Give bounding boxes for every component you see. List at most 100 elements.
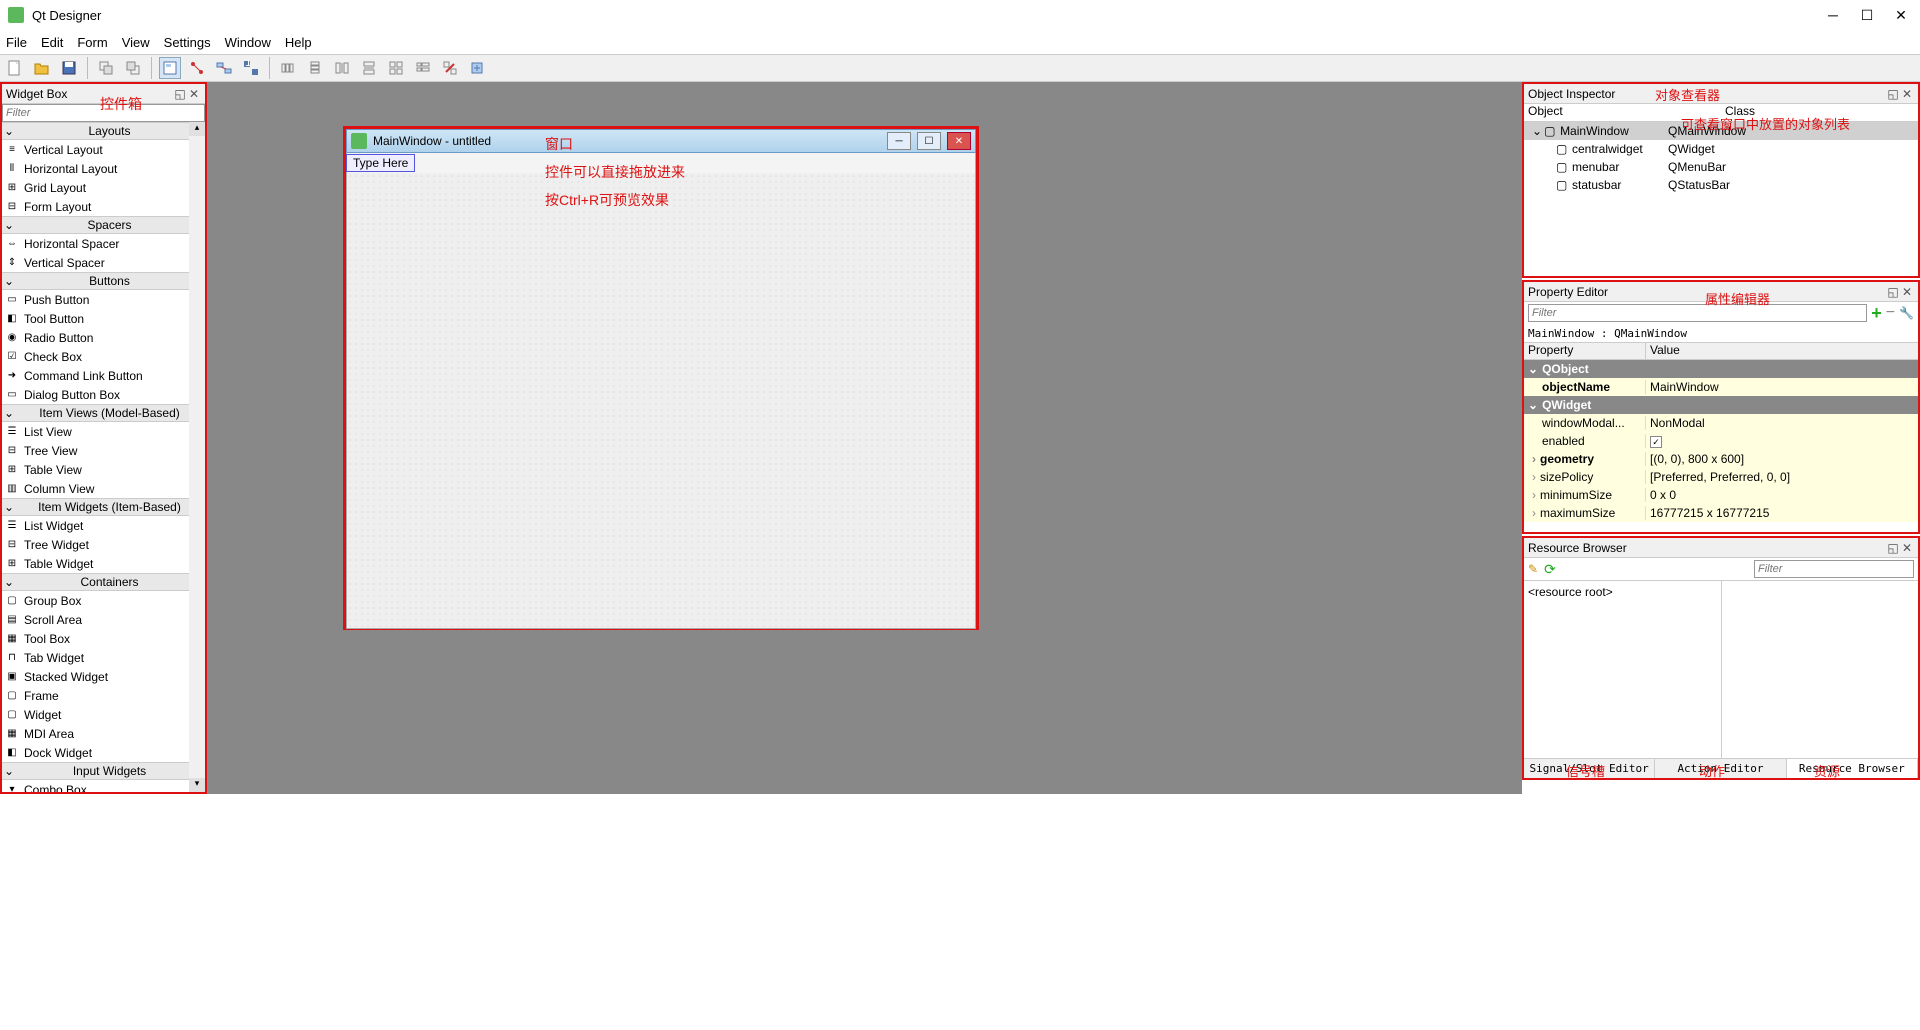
resource-filter-input[interactable] (1754, 560, 1914, 578)
resource-root[interactable]: <resource root> (1528, 585, 1613, 599)
widget-item[interactable]: ▾Combo Box (2, 780, 205, 792)
category-header[interactable]: ⌄Item Widgets (Item-Based) (2, 498, 205, 516)
bring-front-icon[interactable] (122, 57, 144, 79)
adjust-size-icon[interactable] (466, 57, 488, 79)
edit-buddies-icon[interactable] (213, 57, 235, 79)
edit-resource-icon[interactable]: ✎ (1528, 562, 1538, 576)
widget-item[interactable]: ⊞Grid Layout (2, 178, 205, 197)
widget-item[interactable]: ▭Push Button (2, 290, 205, 309)
dock-float-icon[interactable]: ◱ (1886, 285, 1900, 299)
reload-resource-icon[interactable]: ⟳ (1544, 561, 1556, 578)
widget-item[interactable]: ⇔Horizontal Spacer (2, 234, 205, 253)
category-header[interactable]: ⌄Layouts (2, 122, 205, 140)
menu-view[interactable]: View (122, 35, 150, 50)
widget-item[interactable]: ◉Radio Button (2, 328, 205, 347)
widget-item[interactable]: ⊓Tab Widget (2, 648, 205, 667)
category-header[interactable]: ⌄Buttons (2, 272, 205, 290)
widget-item[interactable]: ⊞Table Widget (2, 554, 205, 573)
widget-item[interactable]: ▦MDI Area (2, 724, 205, 743)
category-header[interactable]: ⌄Spacers (2, 216, 205, 234)
form-maximize-icon[interactable]: ☐ (917, 132, 941, 150)
col-property[interactable]: Property (1524, 343, 1646, 359)
widget-item[interactable]: ▢Group Box (2, 591, 205, 610)
property-group[interactable]: ⌄QObject (1524, 360, 1918, 378)
object-row[interactable]: ▢ menubarQMenuBar (1524, 158, 1918, 176)
form-title-bar[interactable]: MainWindow - untitled ─ ☐ ✕ (346, 129, 976, 153)
widget-item[interactable]: ⊟Tree View (2, 441, 205, 460)
resource-tree[interactable]: <resource root> (1524, 581, 1722, 758)
property-row[interactable]: ›minimumSize0 x 0 (1524, 486, 1918, 504)
widget-item[interactable]: ▢Widget (2, 705, 205, 724)
widget-item[interactable]: ⇕Vertical Spacer (2, 253, 205, 272)
widget-item[interactable]: ▣Stacked Widget (2, 667, 205, 686)
config-icon[interactable]: 🔧 (1899, 306, 1914, 320)
type-here-placeholder[interactable]: Type Here (346, 154, 415, 172)
menu-window[interactable]: Window (225, 35, 271, 50)
widget-item[interactable]: ☰List View (2, 422, 205, 441)
dock-float-icon[interactable]: ◱ (1886, 87, 1900, 101)
menu-help[interactable]: Help (285, 35, 312, 50)
widget-item[interactable]: ▭Dialog Button Box (2, 385, 205, 404)
widget-item[interactable]: ▦Tool Box (2, 629, 205, 648)
property-row[interactable]: objectNameMainWindow (1524, 378, 1918, 396)
open-file-icon[interactable] (31, 57, 53, 79)
break-layout-icon[interactable] (439, 57, 461, 79)
category-header[interactable]: ⌄Input Widgets (2, 762, 205, 780)
widget-item[interactable]: ◧Dock Widget (2, 743, 205, 762)
property-row[interactable]: ›sizePolicy[Preferred, Preferred, 0, 0] (1524, 468, 1918, 486)
close-button[interactable]: ✕ (1894, 7, 1908, 24)
menu-edit[interactable]: Edit (41, 35, 63, 50)
send-back-icon[interactable] (95, 57, 117, 79)
widget-item[interactable]: ⊞Table View (2, 460, 205, 479)
property-filter-input[interactable] (1528, 304, 1867, 322)
add-property-icon[interactable]: + (1871, 303, 1882, 324)
layout-vertical-icon[interactable] (304, 57, 326, 79)
edit-tab-order-icon[interactable]: 1 (240, 57, 262, 79)
col-value[interactable]: Value (1646, 343, 1684, 359)
bottom-tab[interactable]: Resource Browser (1787, 759, 1918, 778)
widget-item[interactable]: ⊟Form Layout (2, 197, 205, 216)
menu-form[interactable]: Form (77, 35, 107, 50)
widget-item[interactable]: ≡Vertical Layout (2, 140, 205, 159)
edit-widgets-icon[interactable] (159, 57, 181, 79)
property-row[interactable]: enabled✓ (1524, 432, 1918, 450)
category-header[interactable]: ⌄Item Views (Model-Based) (2, 404, 205, 422)
edit-signals-icon[interactable] (186, 57, 208, 79)
form-close-icon[interactable]: ✕ (947, 132, 971, 150)
dock-close-icon[interactable]: ✕ (187, 87, 201, 101)
widget-item[interactable]: ➜Command Link Button (2, 366, 205, 385)
layout-grid-icon[interactable] (385, 57, 407, 79)
property-row[interactable]: ›geometry[(0, 0), 800 x 600] (1524, 450, 1918, 468)
form-minimize-icon[interactable]: ─ (887, 132, 911, 150)
widget-item[interactable]: ◧Tool Button (2, 309, 205, 328)
object-row[interactable]: ▢ statusbarQStatusBar (1524, 176, 1918, 194)
minimize-button[interactable]: ─ (1826, 7, 1840, 24)
object-row[interactable]: ▢ centralwidgetQWidget (1524, 140, 1918, 158)
dock-close-icon[interactable]: ✕ (1900, 541, 1914, 555)
layout-form-icon[interactable] (412, 57, 434, 79)
widget-item[interactable]: ▢Frame (2, 686, 205, 705)
dock-close-icon[interactable]: ✕ (1900, 87, 1914, 101)
menu-file[interactable]: File (6, 35, 27, 50)
maximize-button[interactable]: ☐ (1860, 7, 1874, 24)
widget-item[interactable]: ☰List Widget (2, 516, 205, 535)
layout-h-splitter-icon[interactable] (331, 57, 353, 79)
widget-item[interactable]: ⊟Tree Widget (2, 535, 205, 554)
property-row[interactable]: windowModal...NonModal (1524, 414, 1918, 432)
save-file-icon[interactable] (58, 57, 80, 79)
dock-float-icon[interactable]: ◱ (173, 87, 187, 101)
layout-horizontal-icon[interactable] (277, 57, 299, 79)
property-group[interactable]: ⌄QWidget (1524, 396, 1918, 414)
category-header[interactable]: ⌄Containers (2, 573, 205, 591)
widget-item[interactable]: ☑Check Box (2, 347, 205, 366)
dock-float-icon[interactable]: ◱ (1886, 541, 1900, 555)
new-file-icon[interactable] (4, 57, 26, 79)
widget-item[interactable]: ▥Column View (2, 479, 205, 498)
layout-v-splitter-icon[interactable] (358, 57, 380, 79)
scrollbar[interactable]: ▴▾ (189, 122, 205, 792)
dock-close-icon[interactable]: ✕ (1900, 285, 1914, 299)
widget-item[interactable]: ▤Scroll Area (2, 610, 205, 629)
widget-item[interactable]: ⦀Horizontal Layout (2, 159, 205, 178)
property-row[interactable]: ›maximumSize16777215 x 16777215 (1524, 504, 1918, 522)
remove-property-icon[interactable]: − (1886, 304, 1895, 322)
